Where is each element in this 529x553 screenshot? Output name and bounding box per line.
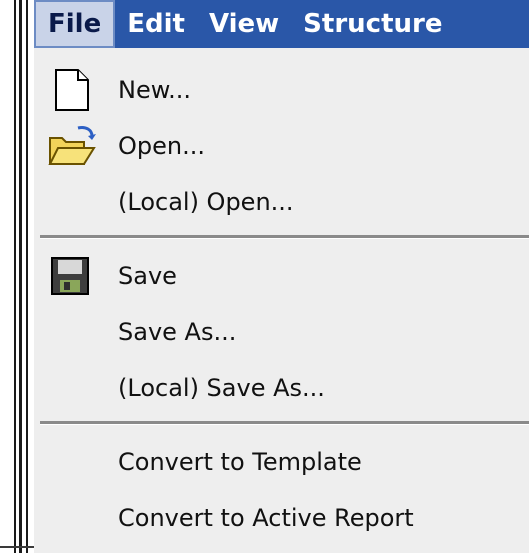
menu-item-local-open[interactable]: (Local) Open... [34, 174, 529, 230]
icon-slot [34, 304, 106, 360]
menu-item-label: (Local) Open... [118, 188, 294, 216]
frame-line [19, 0, 22, 553]
menu-separator [40, 235, 529, 239]
icon-slot [34, 434, 106, 490]
menu-view[interactable]: View [197, 0, 291, 48]
menu-item-save[interactable]: Save [34, 248, 529, 304]
menu-item-label: Save [118, 262, 177, 290]
menu-item-label: New... [118, 76, 192, 104]
menu-item-convert-to-active-report[interactable]: Convert to Active Report [34, 490, 529, 546]
frame-line [26, 0, 28, 553]
menu-separator [40, 421, 529, 425]
menu-item-label: Open... [118, 132, 205, 160]
icon-slot [34, 248, 106, 304]
menu-edit[interactable]: Edit [115, 0, 197, 48]
open-folder-icon [48, 126, 96, 165]
file-menu-dropdown: New... Open... (Local) Open... Save Save… [34, 48, 529, 553]
menu-item-open[interactable]: Open... [34, 118, 529, 174]
menu-item-new[interactable]: New... [34, 62, 529, 118]
icon-slot [34, 490, 106, 546]
frame-line [0, 546, 34, 548]
icon-slot [34, 118, 106, 174]
menu-item-label: Convert to Template [118, 448, 362, 476]
menu-bar: File Edit View Structure [34, 0, 529, 48]
menu-item-label: Convert to Active Report [118, 504, 414, 532]
menu-item-local-save-as[interactable]: (Local) Save As... [34, 360, 529, 416]
menu-item-convert-to-template[interactable]: Convert to Template [34, 434, 529, 490]
floppy-disk-icon [51, 257, 89, 295]
icon-slot [34, 360, 106, 416]
menu-file[interactable]: File [34, 0, 116, 48]
window-frame-edge [0, 0, 34, 553]
menu-structure[interactable]: Structure [291, 0, 454, 48]
icon-slot [34, 62, 106, 118]
icon-slot [34, 174, 106, 230]
menu-item-label: Save As... [118, 318, 237, 346]
menu-item-save-as[interactable]: Save As... [34, 304, 529, 360]
new-document-icon [55, 69, 89, 111]
frame-line [14, 0, 16, 553]
menu-item-label: (Local) Save As... [118, 374, 325, 402]
